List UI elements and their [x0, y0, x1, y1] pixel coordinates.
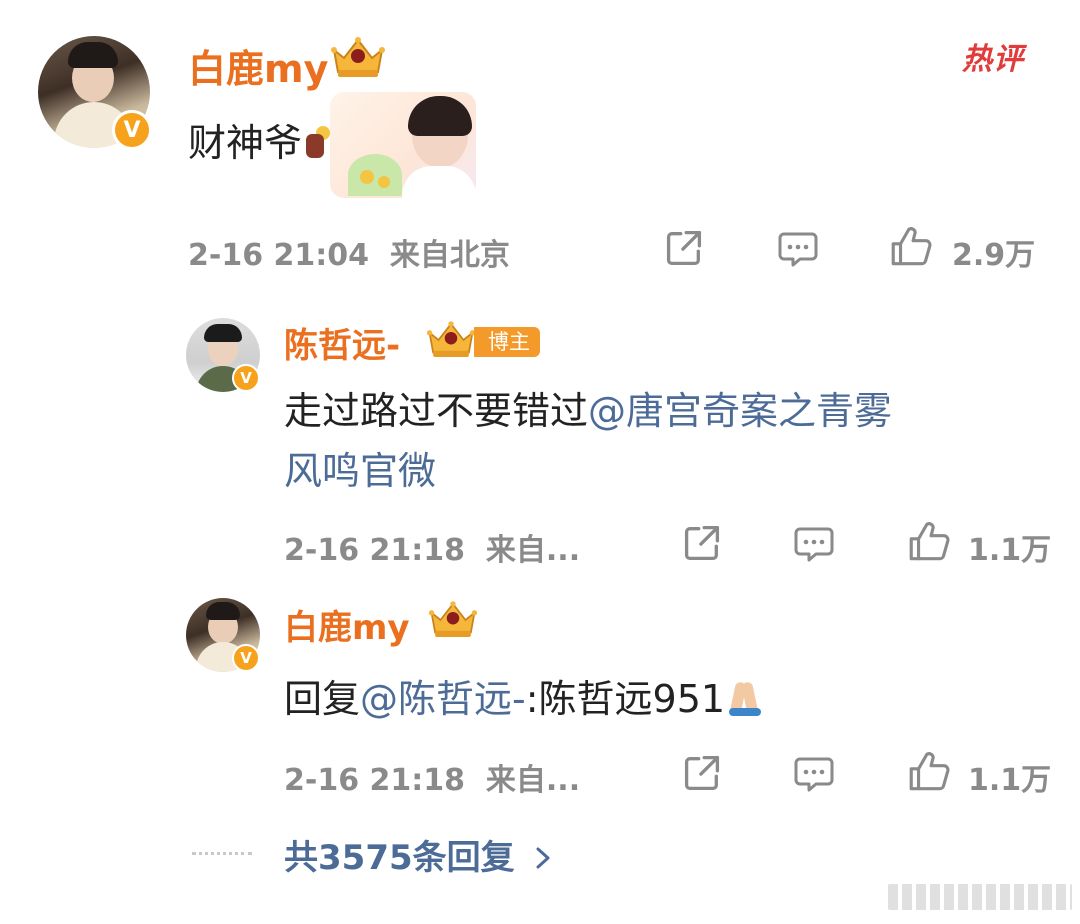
comment-text: 财神爷 [188, 112, 332, 167]
dotted-separator [192, 852, 252, 855]
reply-author[interactable]: 白鹿my [284, 600, 410, 649]
reply-text: 回复@陈哲远-:陈哲远951 [284, 668, 765, 723]
verified-v-icon: V [112, 110, 152, 150]
reply-text: 走过路过不要错过@唐宫奇案之青雾 [284, 389, 893, 433]
share-icon[interactable] [680, 521, 724, 565]
reply-text-line2: 风鸣官微 [284, 440, 436, 495]
watermark [888, 884, 1072, 910]
god-of-wealth-emoji-icon [302, 124, 332, 160]
like-count: 1.1万 [968, 533, 1052, 568]
decorative-card [330, 92, 476, 198]
crown-level-icon [426, 320, 476, 360]
more-replies-link[interactable]: 共3575条回复 [284, 830, 554, 879]
share-icon[interactable] [680, 751, 724, 795]
comment-icon[interactable] [792, 753, 836, 795]
prayer-hands-icon [725, 678, 765, 718]
like-icon[interactable] [906, 519, 952, 565]
reply-meta: 2-16 21:18 来自... [284, 533, 581, 568]
like-icon[interactable] [906, 749, 952, 795]
chevron-right-icon [536, 847, 550, 869]
verified-v-icon: V [232, 364, 260, 392]
crown-level-icon [330, 36, 386, 80]
comment-author[interactable]: 白鹿my [188, 38, 328, 93]
comment-icon[interactable] [792, 523, 836, 565]
crown-level-icon [428, 600, 478, 640]
share-icon[interactable] [662, 226, 706, 270]
mention-link[interactable]: @陈哲远- [360, 677, 526, 721]
reply-meta: 2-16 21:18 来自... [284, 763, 581, 798]
blogger-badge: 博主 [474, 327, 540, 357]
like-count: 2.9万 [952, 238, 1036, 273]
like-count: 1.1万 [968, 763, 1052, 798]
like-icon[interactable] [888, 224, 934, 270]
comment-icon[interactable] [776, 228, 820, 270]
comment-meta: 2-16 21:04 来自北京 [188, 238, 510, 273]
reply-author[interactable]: 陈哲远- [284, 318, 400, 367]
mention-link[interactable]: 风鸣官微 [284, 449, 436, 493]
verified-v-icon: V [232, 644, 260, 672]
hot-comment-tag: 热评 [962, 42, 1024, 77]
mention-link[interactable]: @唐宫奇案之青雾 [588, 389, 892, 433]
